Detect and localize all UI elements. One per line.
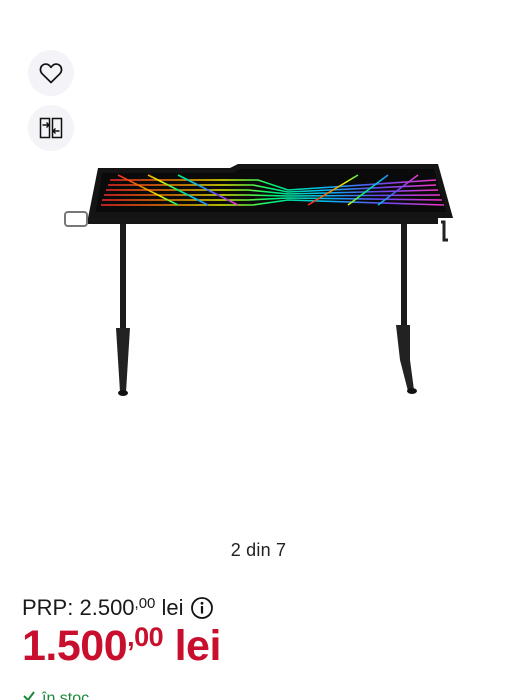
wishlist-button[interactable] <box>28 50 74 96</box>
price-decimals: ,00 <box>127 622 164 652</box>
stock-label: în stoc <box>42 689 90 700</box>
price-integer: 1.500 <box>22 622 128 670</box>
recommended-price: PRP: 2.500,00 lei <box>22 595 214 621</box>
prp-decimals: ,00 <box>134 594 156 612</box>
current-price: 1.500,00 lei <box>22 622 221 671</box>
check-icon <box>22 689 36 700</box>
product-image[interactable] <box>58 160 468 400</box>
prp-currency: lei <box>161 595 184 620</box>
compare-icon <box>39 116 63 140</box>
heart-icon <box>39 62 63 84</box>
info-icon[interactable] <box>190 596 214 620</box>
prp-integer: 2.500 <box>79 595 135 620</box>
price-currency: lei <box>174 622 222 670</box>
prp-label: PRP: <box>22 595 74 620</box>
gallery-counter: 2 din 7 <box>230 540 287 560</box>
compare-button[interactable] <box>28 105 74 151</box>
stock-status: în stoc <box>22 689 89 700</box>
product-page: 2 din 7 PRP: 2.500,00 lei 1.500,00 lei î… <box>0 0 517 700</box>
